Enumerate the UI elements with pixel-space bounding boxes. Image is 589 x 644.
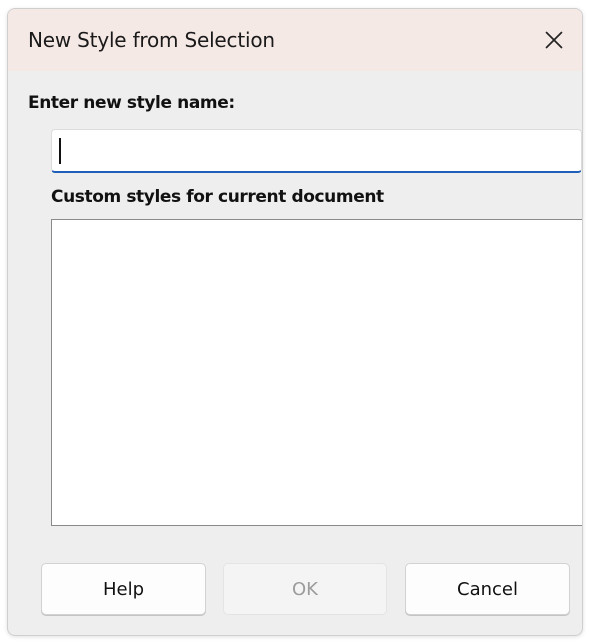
help-button[interactable]: Help xyxy=(41,563,206,615)
close-icon xyxy=(545,31,563,49)
custom-styles-label: Custom styles for current document xyxy=(51,187,384,207)
title-bar: New Style from Selection xyxy=(8,9,582,71)
cancel-button[interactable]: Cancel xyxy=(405,563,570,615)
custom-styles-list[interactable] xyxy=(51,219,582,526)
dialog-title: New Style from Selection xyxy=(28,28,275,52)
style-name-input[interactable] xyxy=(51,129,582,173)
new-style-dialog: New Style from Selection Enter new style… xyxy=(7,8,583,636)
style-name-label: Enter new style name: xyxy=(28,93,235,113)
ok-button[interactable]: OK xyxy=(223,563,387,615)
close-button[interactable] xyxy=(526,9,582,71)
text-cursor xyxy=(59,138,61,164)
